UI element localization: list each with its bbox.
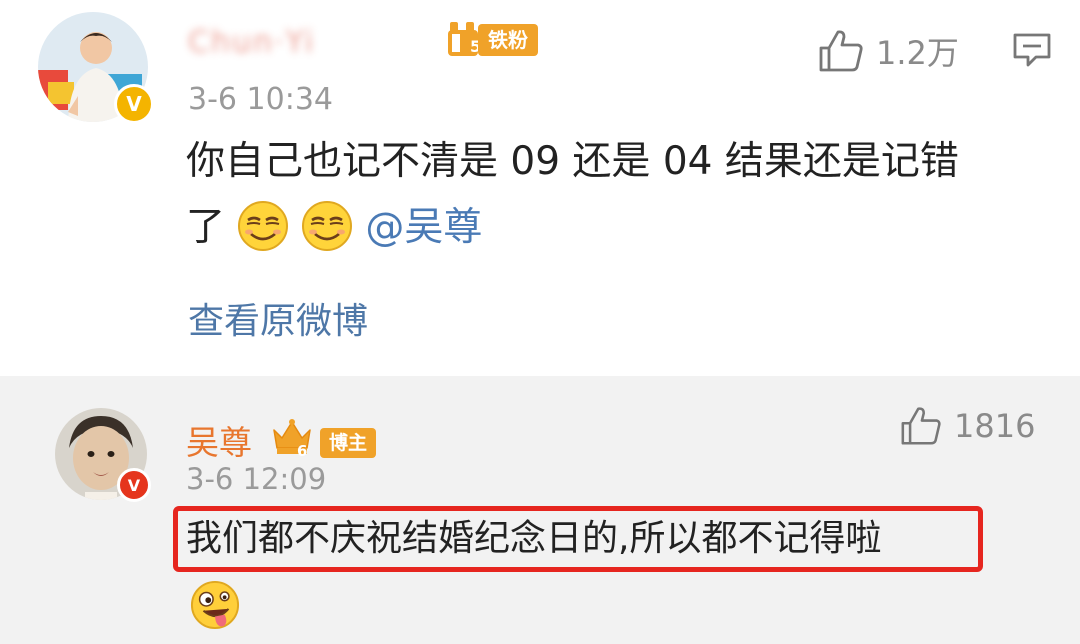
comment-timestamp: 3-6 10:34 [188,82,333,117]
like-button[interactable]: 1.2万 [818,28,959,74]
reply-card: V 吴尊 6 博主 1816 3-6 12:09 我们都不庆祝结婚纪念日的,所以… [0,376,1080,644]
commenter-avatar[interactable]: V [38,12,154,124]
reply-like-count: 1816 [954,407,1036,445]
thumbs-up-icon [819,30,863,72]
reply-timestamp: 3-6 12:09 [186,462,327,496]
fan-badge-label: 铁粉 [478,24,538,56]
comment-text-line1: 你自己也记不清是 09 还是 04 结果还是记错 [186,139,959,184]
host-badge-label: 博主 [320,428,377,458]
reply-avatar[interactable]: V [55,408,151,502]
mention-link[interactable]: @吴尊 [365,205,482,250]
comment-text-line2-text: 了 [186,205,226,250]
smirk-face-emoji [238,200,289,251]
reply-username[interactable]: 吴尊 [186,416,252,464]
comment-icon[interactable] [1012,32,1052,68]
smirk-face-emoji [302,200,353,251]
reply-text: 我们都不庆祝结婚纪念日的,所以都不记得啦 [186,518,882,559]
crazy-face-emoji [190,580,240,630]
reply-like-button[interactable]: 1816 [900,406,1035,446]
comment-card: V Chun·Yi 5 铁粉 1.2万 3-6 10:34 你自己也记不清是 0… [0,0,1080,376]
svg-text:6: 6 [297,442,307,458]
commenter-username[interactable]: Chun·Yi [188,24,414,62]
comment-text-line2: 了 @吴尊 [186,198,482,258]
verified-badge-icon: V [114,84,154,124]
crown-level-badge-icon: 6 [273,419,311,458]
thumbs-up-icon [901,407,941,445]
verified-badge-icon: V [117,468,151,502]
view-original-link[interactable]: 查看原微博 [188,292,368,344]
fan-level-badge-icon: 5 [448,22,481,56]
like-count: 1.2万 [876,34,959,72]
